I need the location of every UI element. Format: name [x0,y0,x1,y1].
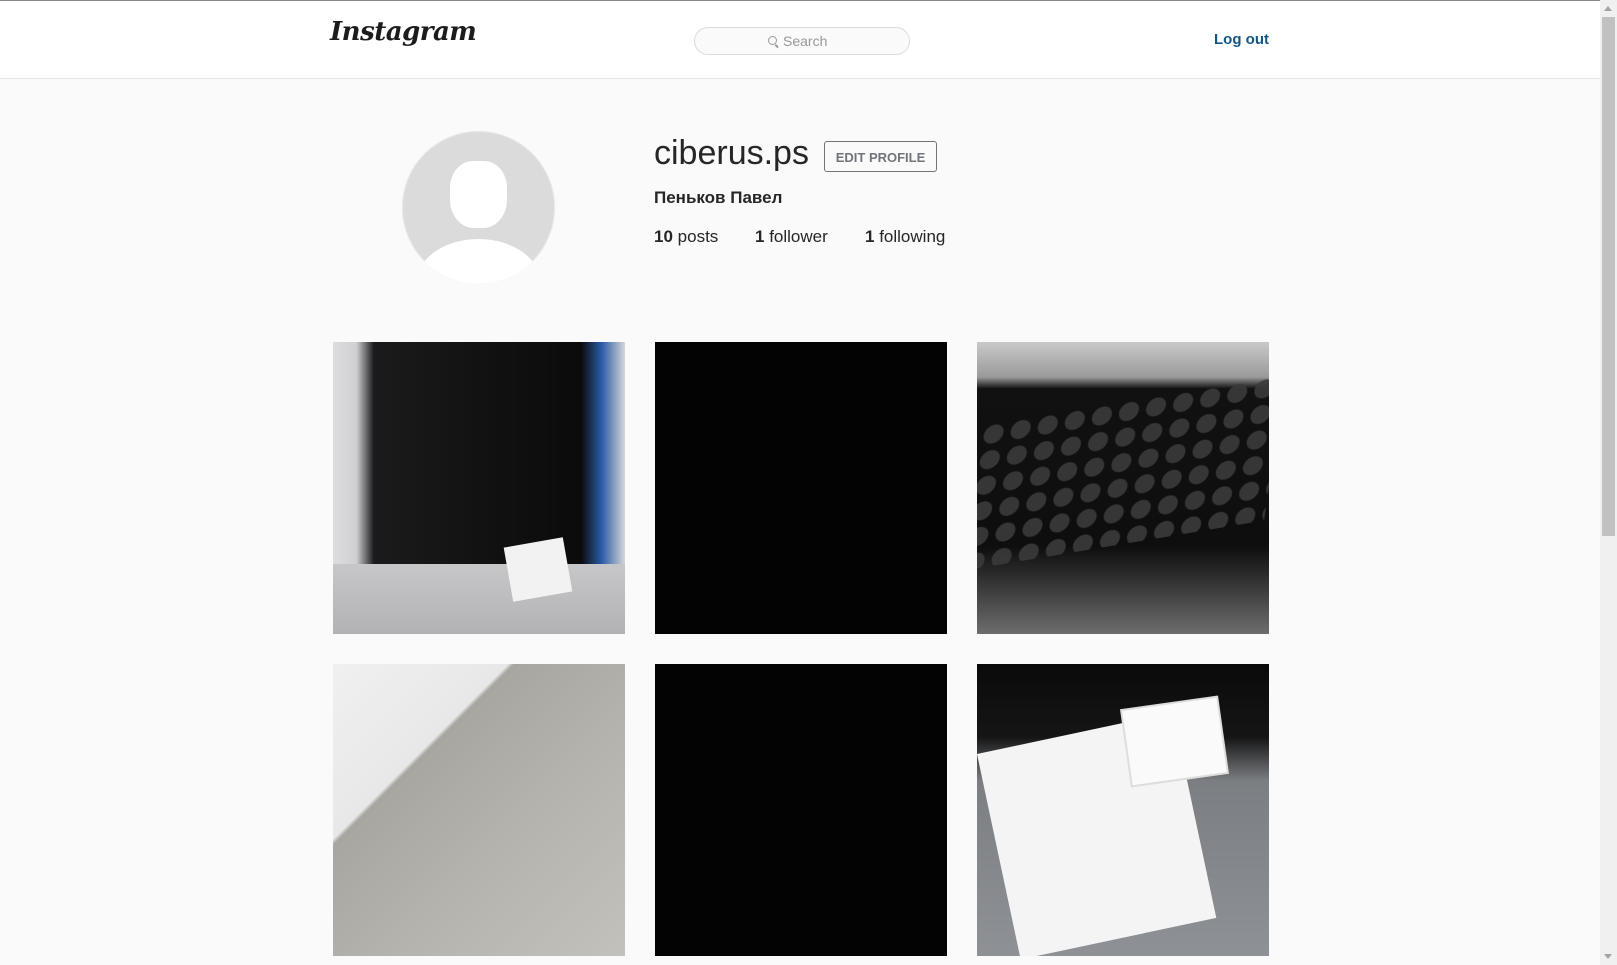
profile-username: ciberus.ps [654,134,809,172]
vertical-scrollbar[interactable] [1600,0,1617,965]
post-thumbnail-dark[interactable] [655,664,947,956]
scrollbar-thumb[interactable] [1602,17,1615,536]
post-thumbnail-computer-case[interactable] [333,342,625,634]
posts-label: posts [677,227,719,246]
scroll-up-arrow-icon[interactable] [1604,6,1612,11]
post-thumbnail-keyboard[interactable] [977,342,1269,634]
top-navigation-bar: Instagram Log out [0,1,1600,79]
scroll-down-arrow-icon[interactable] [1604,954,1612,959]
search-box[interactable] [694,27,910,55]
followers-label: follower [769,227,828,246]
avatar-head-shape [450,161,507,228]
instagram-logo[interactable]: Instagram [330,17,477,47]
following-stat[interactable]: 1 following [865,227,945,247]
followers-count: 1 [755,227,765,246]
following-label: following [879,227,946,246]
profile-full-name: Пеньков Павел [654,188,783,207]
search-input[interactable] [783,31,893,51]
logout-link[interactable]: Log out [1214,31,1269,48]
following-count: 1 [865,227,875,246]
avatar-body-shape [416,239,541,284]
search-icon [768,36,777,45]
keyboard-keys-texture [977,372,1269,572]
posts-count: 10 [654,227,673,246]
post-thumbnail-papers[interactable] [977,664,1269,956]
post-thumbnail-paper-on-desk[interactable] [333,664,625,956]
default-avatar-icon[interactable] [402,131,555,284]
followers-stat[interactable]: 1 follower [755,227,828,247]
post-thumbnail-dark[interactable] [655,342,947,634]
edit-profile-button[interactable]: EDIT PROFILE [824,141,937,172]
posts-count-stat: 10 posts [654,227,718,247]
